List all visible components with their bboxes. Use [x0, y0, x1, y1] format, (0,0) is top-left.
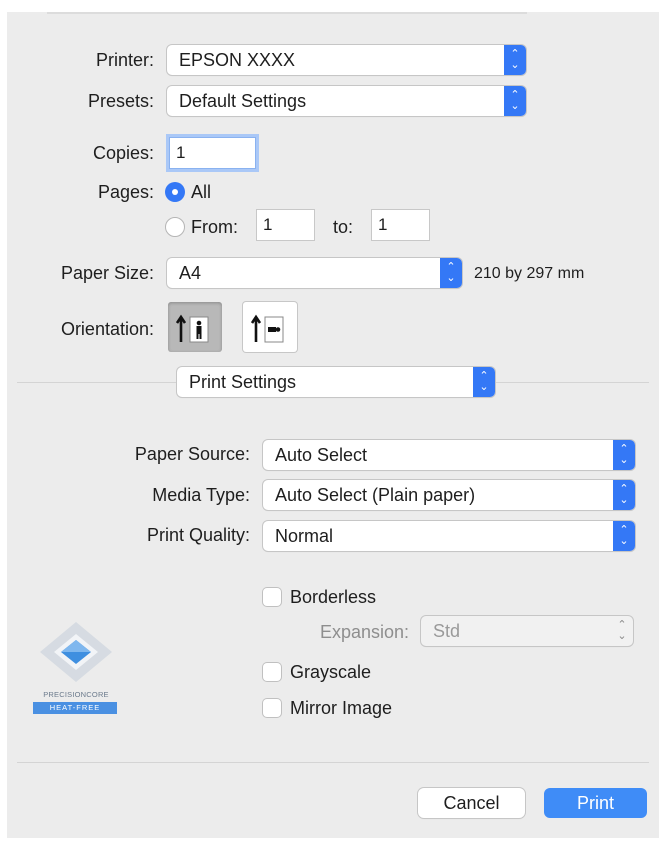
landscape-orientation-button[interactable]	[243, 302, 297, 352]
media-type-value: Auto Select (Plain paper)	[275, 485, 476, 505]
print-quality-value: Normal	[275, 526, 334, 546]
grayscale-checkbox[interactable]	[263, 663, 281, 681]
chevron-up-down-icon: ⌃ ⌄	[613, 480, 635, 510]
chevron-up-down-icon: ⌃ ⌄	[613, 440, 635, 470]
portrait-orientation-button[interactable]	[168, 302, 222, 352]
print-quality-popup[interactable]: Normal ⌃ ⌄	[263, 521, 635, 551]
paper-size-value: A4	[179, 263, 202, 283]
bottom-divider	[17, 762, 649, 763]
paper-source-value: Auto Select	[275, 445, 368, 465]
printer-label: Printer:	[95, 50, 154, 70]
chevron-up-down-icon: ⌃ ⌄	[473, 367, 495, 397]
presets-value: Default Settings	[179, 91, 307, 111]
paper-size-popup[interactable]: A4 ⌃ ⌄	[167, 258, 462, 288]
orientation-label: Orientation:	[60, 319, 154, 339]
pages-all-radio[interactable]	[165, 182, 185, 202]
paper-size-dimensions: 210 by 297 mm	[474, 265, 585, 282]
borderless-checkbox[interactable]	[263, 588, 281, 606]
pages-from-field[interactable]: 1	[257, 210, 314, 240]
chevron-up-down-icon: ⌃ ⌄	[440, 258, 462, 288]
pages-to-label: to:	[333, 217, 354, 237]
chevron-up-down-icon: ⌃ ⌄	[504, 86, 526, 116]
expansion-popup: Std ⌃ ⌄	[421, 616, 633, 646]
printer-value: EPSON XXXX	[179, 50, 296, 70]
pages-all-label: All	[191, 182, 212, 202]
pages-to-field[interactable]: 1	[372, 210, 429, 240]
mirror-image-label: Mirror Image	[290, 698, 393, 718]
borderless-label: Borderless	[290, 587, 377, 607]
section-popup-value: Print Settings	[189, 372, 297, 392]
paper-source-label: Paper Source:	[134, 444, 250, 464]
copies-field[interactable]: 1	[170, 138, 255, 168]
print-button[interactable]: Print	[544, 788, 647, 818]
chevron-up-down-icon: ⌃ ⌄	[617, 619, 627, 642]
copies-label: Copies:	[92, 143, 154, 163]
print-dialog: Printer: EPSON XXXX ⌃ ⌄ Presets: Default …	[7, 12, 659, 838]
portrait-orientation-icon	[175, 314, 209, 343]
precisioncore-logo: PRECISIONCORE HEAT-FREE	[31, 618, 121, 722]
media-type-popup[interactable]: Auto Select (Plain paper) ⌃ ⌄	[263, 480, 635, 510]
paper-source-popup[interactable]: Auto Select ⌃ ⌄	[263, 440, 635, 470]
precisioncore-diamond-icon	[40, 622, 112, 682]
pages-from-label: From:	[191, 217, 238, 237]
printer-popup[interactable]: EPSON XXXX ⌃ ⌄	[167, 45, 526, 75]
grayscale-label: Grayscale	[290, 662, 372, 682]
top-divider	[47, 12, 527, 14]
chevron-up-down-icon: ⌃ ⌄	[504, 45, 526, 75]
landscape-orientation-icon	[250, 314, 284, 343]
chevron-up-down-icon: ⌃ ⌄	[613, 521, 635, 551]
expansion-value: Std	[433, 621, 461, 641]
logo-text: PRECISIONCORE	[43, 690, 109, 699]
pages-from-radio[interactable]	[165, 217, 185, 237]
cancel-button[interactable]: Cancel	[418, 788, 525, 818]
paper-size-label: Paper Size:	[60, 263, 154, 283]
presets-popup[interactable]: Default Settings ⌃ ⌄	[167, 86, 526, 116]
media-type-label: Media Type:	[152, 485, 250, 505]
logo-badge: HEAT-FREE	[33, 702, 117, 714]
mirror-image-checkbox[interactable]	[263, 699, 281, 717]
pages-label: Pages:	[97, 182, 154, 202]
print-quality-label: Print Quality:	[146, 525, 250, 545]
presets-label: Presets:	[87, 91, 154, 111]
section-popup[interactable]: Print Settings ⌃ ⌄	[177, 367, 495, 397]
